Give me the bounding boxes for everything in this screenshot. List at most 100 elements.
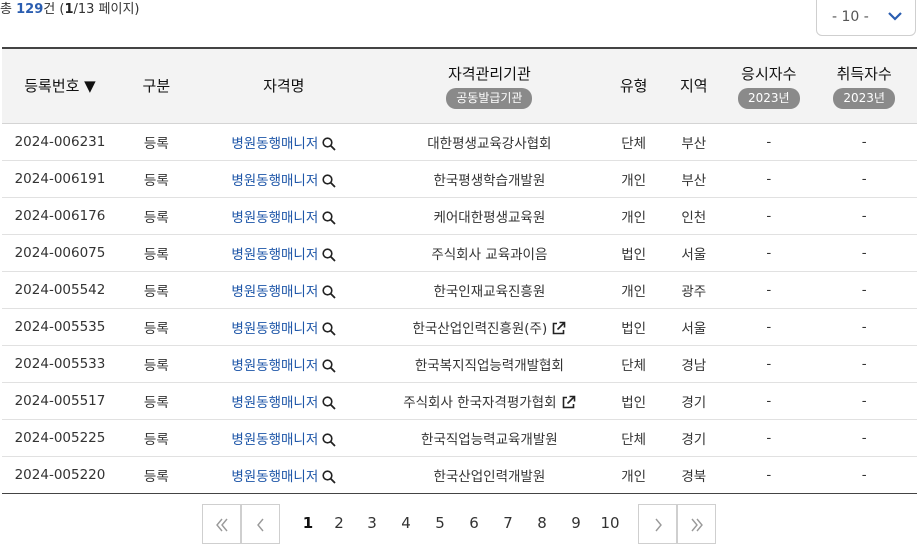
org-cell: 한국산업인력개발원 (372, 456, 606, 494)
search-icon[interactable] (322, 469, 336, 484)
acquirers-cell: - (811, 419, 917, 457)
reg-no-cell: 2024-006176 (2, 197, 118, 235)
page-number-4[interactable]: 4 (394, 514, 418, 532)
search-icon[interactable] (322, 210, 336, 225)
header-type: 유형 (605, 47, 662, 124)
qual-name-link[interactable]: 병원동행매니저 (231, 358, 318, 374)
qual-name-link[interactable]: 병원동행매니저 (231, 136, 318, 152)
page-number-1[interactable]: 1 (296, 514, 320, 532)
acquirers-cell: - (811, 382, 917, 420)
search-icon[interactable] (322, 395, 336, 410)
qual-name-cell: 병원동행매니저 (194, 197, 373, 235)
qual-name-link[interactable]: 병원동행매니저 (231, 469, 318, 485)
search-icon[interactable] (322, 358, 336, 373)
org-name: 한국복지직업능력개발협회 (414, 357, 564, 374)
org-cell: 한국직업능력교육개발원 (372, 419, 606, 457)
org-cell: 한국복지직업능력개발협회 (372, 345, 606, 383)
category-cell: 등록 (117, 456, 195, 494)
acquirers-cell: - (811, 308, 917, 346)
type-cell: 법인 (605, 234, 662, 272)
header-acquirers: 취득자수 2023년 (811, 47, 917, 124)
table-row: 2024-005542 등록 병원동행매니저 한국인재교육진흥원 개인 광주 - - (2, 271, 917, 309)
page-number-5[interactable]: 5 (428, 514, 452, 532)
type-cell: 단체 (605, 123, 662, 161)
double-chevron-left-icon (216, 518, 228, 532)
qual-name-link[interactable]: 병원동행매니저 (231, 210, 318, 226)
org-name: 한국평생학습개발원 (433, 172, 546, 189)
page-size-select[interactable]: - 10 - (816, 0, 916, 36)
examinees-cell: - (726, 197, 812, 235)
qual-name-link[interactable]: 병원동행매니저 (231, 432, 318, 448)
category-cell: 등록 (117, 123, 195, 161)
qual-name-link[interactable]: 병원동행매니저 (231, 321, 318, 337)
page-number-6[interactable]: 6 (462, 514, 486, 532)
search-icon[interactable] (322, 247, 336, 262)
org-cell: 한국평생학습개발원 (372, 160, 606, 198)
header-region: 지역 (661, 47, 727, 124)
type-cell: 단체 (605, 419, 662, 457)
acquirers-cell: - (811, 345, 917, 383)
last-page-button[interactable] (677, 504, 716, 544)
table-row: 2024-006176 등록 병원동행매니저 케어대한평생교육원 개인 인천 - - (2, 197, 917, 235)
region-cell: 부산 (661, 123, 727, 161)
qual-name-cell: 병원동행매니저 (194, 456, 373, 494)
acquirers-cell: - (811, 234, 917, 272)
page-number-3[interactable]: 3 (360, 514, 384, 532)
page-size-value: - 10 - (832, 9, 869, 25)
external-link-icon[interactable] (551, 321, 566, 336)
org-name: 한국직업능력교육개발원 (421, 431, 558, 448)
qual-name-link[interactable]: 병원동행매니저 (231, 284, 318, 300)
category-cell: 등록 (117, 160, 195, 198)
table-row: 2024-006191 등록 병원동행매니저 한국평생학습개발원 개인 부산 - - (2, 160, 917, 198)
table-header-row: 등록번호 ▼ 구분 자격명 자격관리기관 공동발급기관 유형 지역 응시자수 202… (2, 47, 917, 124)
examinees-cell: - (726, 308, 812, 346)
search-icon[interactable] (322, 432, 336, 447)
org-cell: 주식회사 교육과이음 (372, 234, 606, 272)
qual-name-cell: 병원동행매니저 (194, 345, 373, 383)
type-cell: 개인 (605, 456, 662, 494)
page-number-2[interactable]: 2 (327, 514, 351, 532)
org-name: 한국인재교육진흥원 (433, 283, 546, 300)
category-cell: 등록 (117, 382, 195, 420)
page-number-10[interactable]: 10 (598, 514, 622, 532)
qual-name-cell: 병원동행매니저 (194, 160, 373, 198)
page-number-8[interactable]: 8 (530, 514, 554, 532)
search-icon[interactable] (322, 173, 336, 188)
co-issuer-badge: 공동발급기관 (446, 87, 533, 109)
examinees-cell: - (726, 160, 812, 198)
type-cell: 법인 (605, 382, 662, 420)
qual-name-link[interactable]: 병원동행매니저 (231, 173, 318, 189)
header-qual-name: 자격명 (194, 47, 373, 124)
external-link-icon[interactable] (561, 395, 576, 410)
region-cell: 서울 (661, 308, 727, 346)
search-icon[interactable] (322, 321, 336, 336)
search-icon[interactable] (322, 136, 336, 151)
result-count: 129 (16, 2, 44, 17)
search-icon[interactable] (322, 284, 336, 299)
first-page-button[interactable] (202, 504, 241, 544)
examinees-cell: - (726, 345, 812, 383)
org-name: 케어대한평생교육원 (433, 209, 546, 226)
org-cell: 대한평생교육강사협회 (372, 123, 606, 161)
qual-name-link[interactable]: 병원동행매니저 (231, 395, 318, 411)
header-reg-no[interactable]: 등록번호 ▼ (2, 47, 118, 124)
table-row: 2024-006075 등록 병원동행매니저 주식회사 교육과이음 법인 서울 - - (2, 234, 917, 272)
table-row: 2024-005225 등록 병원동행매니저 한국직업능력교육개발원 단체 경기 - - (2, 419, 917, 457)
chevron-left-icon (257, 518, 264, 532)
year-badge: 2023년 (833, 87, 895, 109)
table-row: 2024-005220 등록 병원동행매니저 한국산업인력개발원 개인 경북 - - (2, 456, 917, 494)
prev-page-button[interactable] (241, 504, 280, 544)
table-row: 2024-005535 등록 병원동행매니저 한국산업인력진흥원(주) 법인 서울 - - (2, 308, 917, 346)
qual-name-cell: 병원동행매니저 (194, 308, 373, 346)
chevron-down-icon (888, 12, 902, 21)
reg-no-cell: 2024-005542 (2, 271, 118, 309)
qual-name-link[interactable]: 병원동행매니저 (231, 247, 318, 263)
page-number-9[interactable]: 9 (564, 514, 588, 532)
page-number-7[interactable]: 7 (496, 514, 520, 532)
region-cell: 인천 (661, 197, 727, 235)
qualification-table: 등록번호 ▼ 구분 자격명 자격관리기관 공동발급기관 유형 지역 응시자수 202… (2, 47, 917, 494)
category-cell: 등록 (117, 197, 195, 235)
region-cell: 경북 (661, 456, 727, 494)
category-cell: 등록 (117, 271, 195, 309)
next-page-button[interactable] (638, 504, 677, 544)
